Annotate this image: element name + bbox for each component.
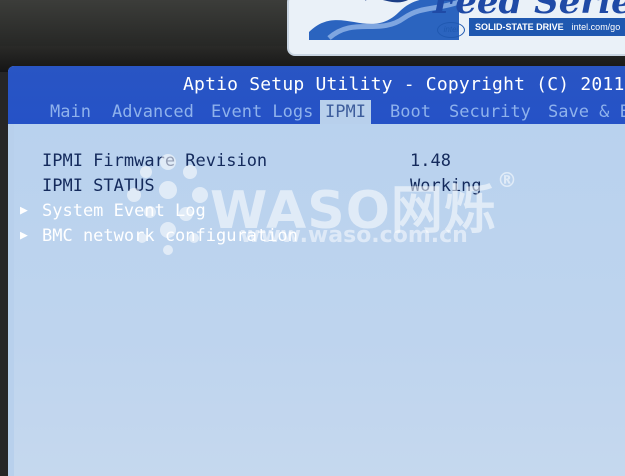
ipmi-status-label: IPMI STATUS bbox=[42, 176, 155, 196]
ssd-sticker: Feed Series intel SOLID-STATE DRIVEintel… bbox=[287, 0, 625, 56]
ipmi-firmware-revision-label: IPMI Firmware Revision bbox=[42, 151, 268, 171]
submenu-arrow-icon: ▶ bbox=[20, 203, 28, 218]
tab-security[interactable]: Security bbox=[449, 100, 531, 124]
ipmi-firmware-revision-value: 1.48 bbox=[410, 151, 451, 171]
intel-logo: intel bbox=[437, 22, 465, 38]
tab-save-exit[interactable]: Save & Exit bbox=[548, 100, 625, 124]
tab-advanced[interactable]: Advanced bbox=[112, 100, 194, 124]
tab-boot[interactable]: Boot bbox=[390, 100, 431, 124]
tab-ipmi[interactable]: IPMI bbox=[320, 100, 371, 124]
bios-tab-bar: Main Advanced Event Logs IPMI Boot Secur… bbox=[8, 98, 625, 124]
bios-title: Aptio Setup Utility - Copyright (C) 2011… bbox=[183, 74, 625, 95]
system-event-log-link[interactable]: System Event Log bbox=[42, 201, 206, 221]
sticker-band-text: SOLID-STATE DRIVE bbox=[475, 22, 564, 32]
ipmi-status-value: Working bbox=[410, 176, 482, 196]
sticker-url: intel.com/go bbox=[571, 22, 621, 32]
bios-screen: Aptio Setup Utility - Copyright (C) 2011… bbox=[8, 66, 625, 476]
tab-main[interactable]: Main bbox=[50, 100, 91, 124]
bios-header: Aptio Setup Utility - Copyright (C) 2011… bbox=[8, 66, 625, 124]
submenu-arrow-icon: ▶ bbox=[20, 228, 28, 243]
sticker-band: SOLID-STATE DRIVE intel.com/go bbox=[469, 18, 625, 36]
bmc-network-configuration-link[interactable]: BMC network configuration bbox=[42, 226, 298, 246]
tab-event-logs[interactable]: Event Logs bbox=[211, 100, 313, 124]
